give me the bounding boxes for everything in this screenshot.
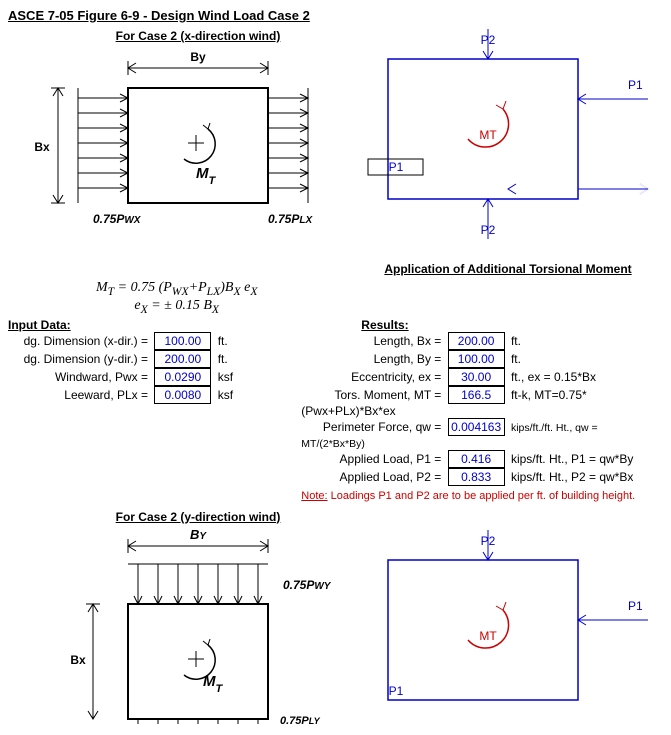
by-label: By [190,50,206,64]
input-bx[interactable]: 100.00 [154,332,211,350]
svg-text:0.75PLY: 0.75PLY [280,715,321,724]
result-by: 100.00 [448,350,505,368]
leeward-arrows [268,88,308,203]
result-row: Length, Bx = 200.00 ft. [301,332,663,350]
result-row: Applied Load, P1 = 0.416 kips/ft. Ht., P… [301,450,663,468]
mt-formula: MT = 0.75 (PWX+PLX)BX eX [8,280,345,298]
svg-text:0.75PWX: 0.75PWX [93,212,142,226]
svg-text:MT: MT [479,128,497,142]
result-ex: 30.00 [448,368,505,386]
result-row: Applied Load, P2 = 0.833 kips/ft. Ht., P… [301,468,663,486]
results-note: Note: Loadings P1 and P2 are to be appli… [301,490,663,502]
page-title: ASCE 7-05 Figure 6-9 - Design Wind Load … [8,8,663,23]
result-p1: 0.416 [448,450,505,468]
svg-text:P1: P1 [389,160,404,174]
result-p2: 0.833 [448,468,505,486]
result-bx: 200.00 [448,332,505,350]
svg-text:MT: MT [203,673,224,695]
app-tors-heading: Application of Additional Torsional Mome… [384,262,631,276]
input-row: Windward, Pwx = 0.0290 ksf [8,368,301,386]
ex-formula: eX = ± 0.15 BX [8,298,345,316]
svg-text:MT: MT [196,165,217,187]
svg-text:BY: BY [190,527,207,542]
result-qw: 0.004163 [448,418,505,436]
results-heading: Results: [361,318,663,332]
case2x-diagram: By Bx [8,43,348,246]
input-by[interactable]: 200.00 [154,350,211,368]
input-row: Leeward, PLx = 0.0080 ksf [8,386,301,404]
svg-text:P1: P1 [628,599,643,613]
result-row: Tors. Moment, MT = 166.5 ft-k, MT=0.75*(… [301,386,663,418]
bx-label: Bx [34,140,50,154]
svg-text:P1: P1 [389,684,404,698]
windward-arrows [78,88,128,203]
svg-text:0.75PLX: 0.75PLX [268,212,313,226]
inputs-heading: Input Data: [8,318,301,332]
case2y-diagram: BY Bx [8,524,348,727]
windward-arrows-y [128,564,268,604]
case2y-heading: For Case 2 (y-direction wind) [116,510,281,524]
result-row: Length, By = 100.00 ft. [301,350,663,368]
torsion-diagram-top: P2 P1 P1 P2 [348,29,668,262]
svg-text:MT: MT [479,629,497,643]
svg-text:P1: P1 [628,78,643,92]
input-pwx[interactable]: 0.0290 [154,368,211,386]
svg-text:Bx: Bx [70,653,86,667]
svg-text:0.75PWY: 0.75PWY [283,578,332,592]
case2x-heading: For Case 2 (x-direction wind) [116,29,281,43]
result-mt: 166.5 [448,386,505,404]
input-row: dg. Dimension (y-dir.) = 200.00 ft. [8,350,301,368]
input-row: dg. Dimension (x-dir.) = 100.00 ft. [8,332,301,350]
result-row: Eccentricity, ex = 30.00 ft., ex = 0.15*… [301,368,663,386]
result-row: Perimeter Force, qw = 0.004163 kips/ft./… [301,418,663,450]
input-plx[interactable]: 0.0080 [154,386,211,404]
torsion-diagram-bottom: P2 P1 P1 MT [348,530,668,713]
